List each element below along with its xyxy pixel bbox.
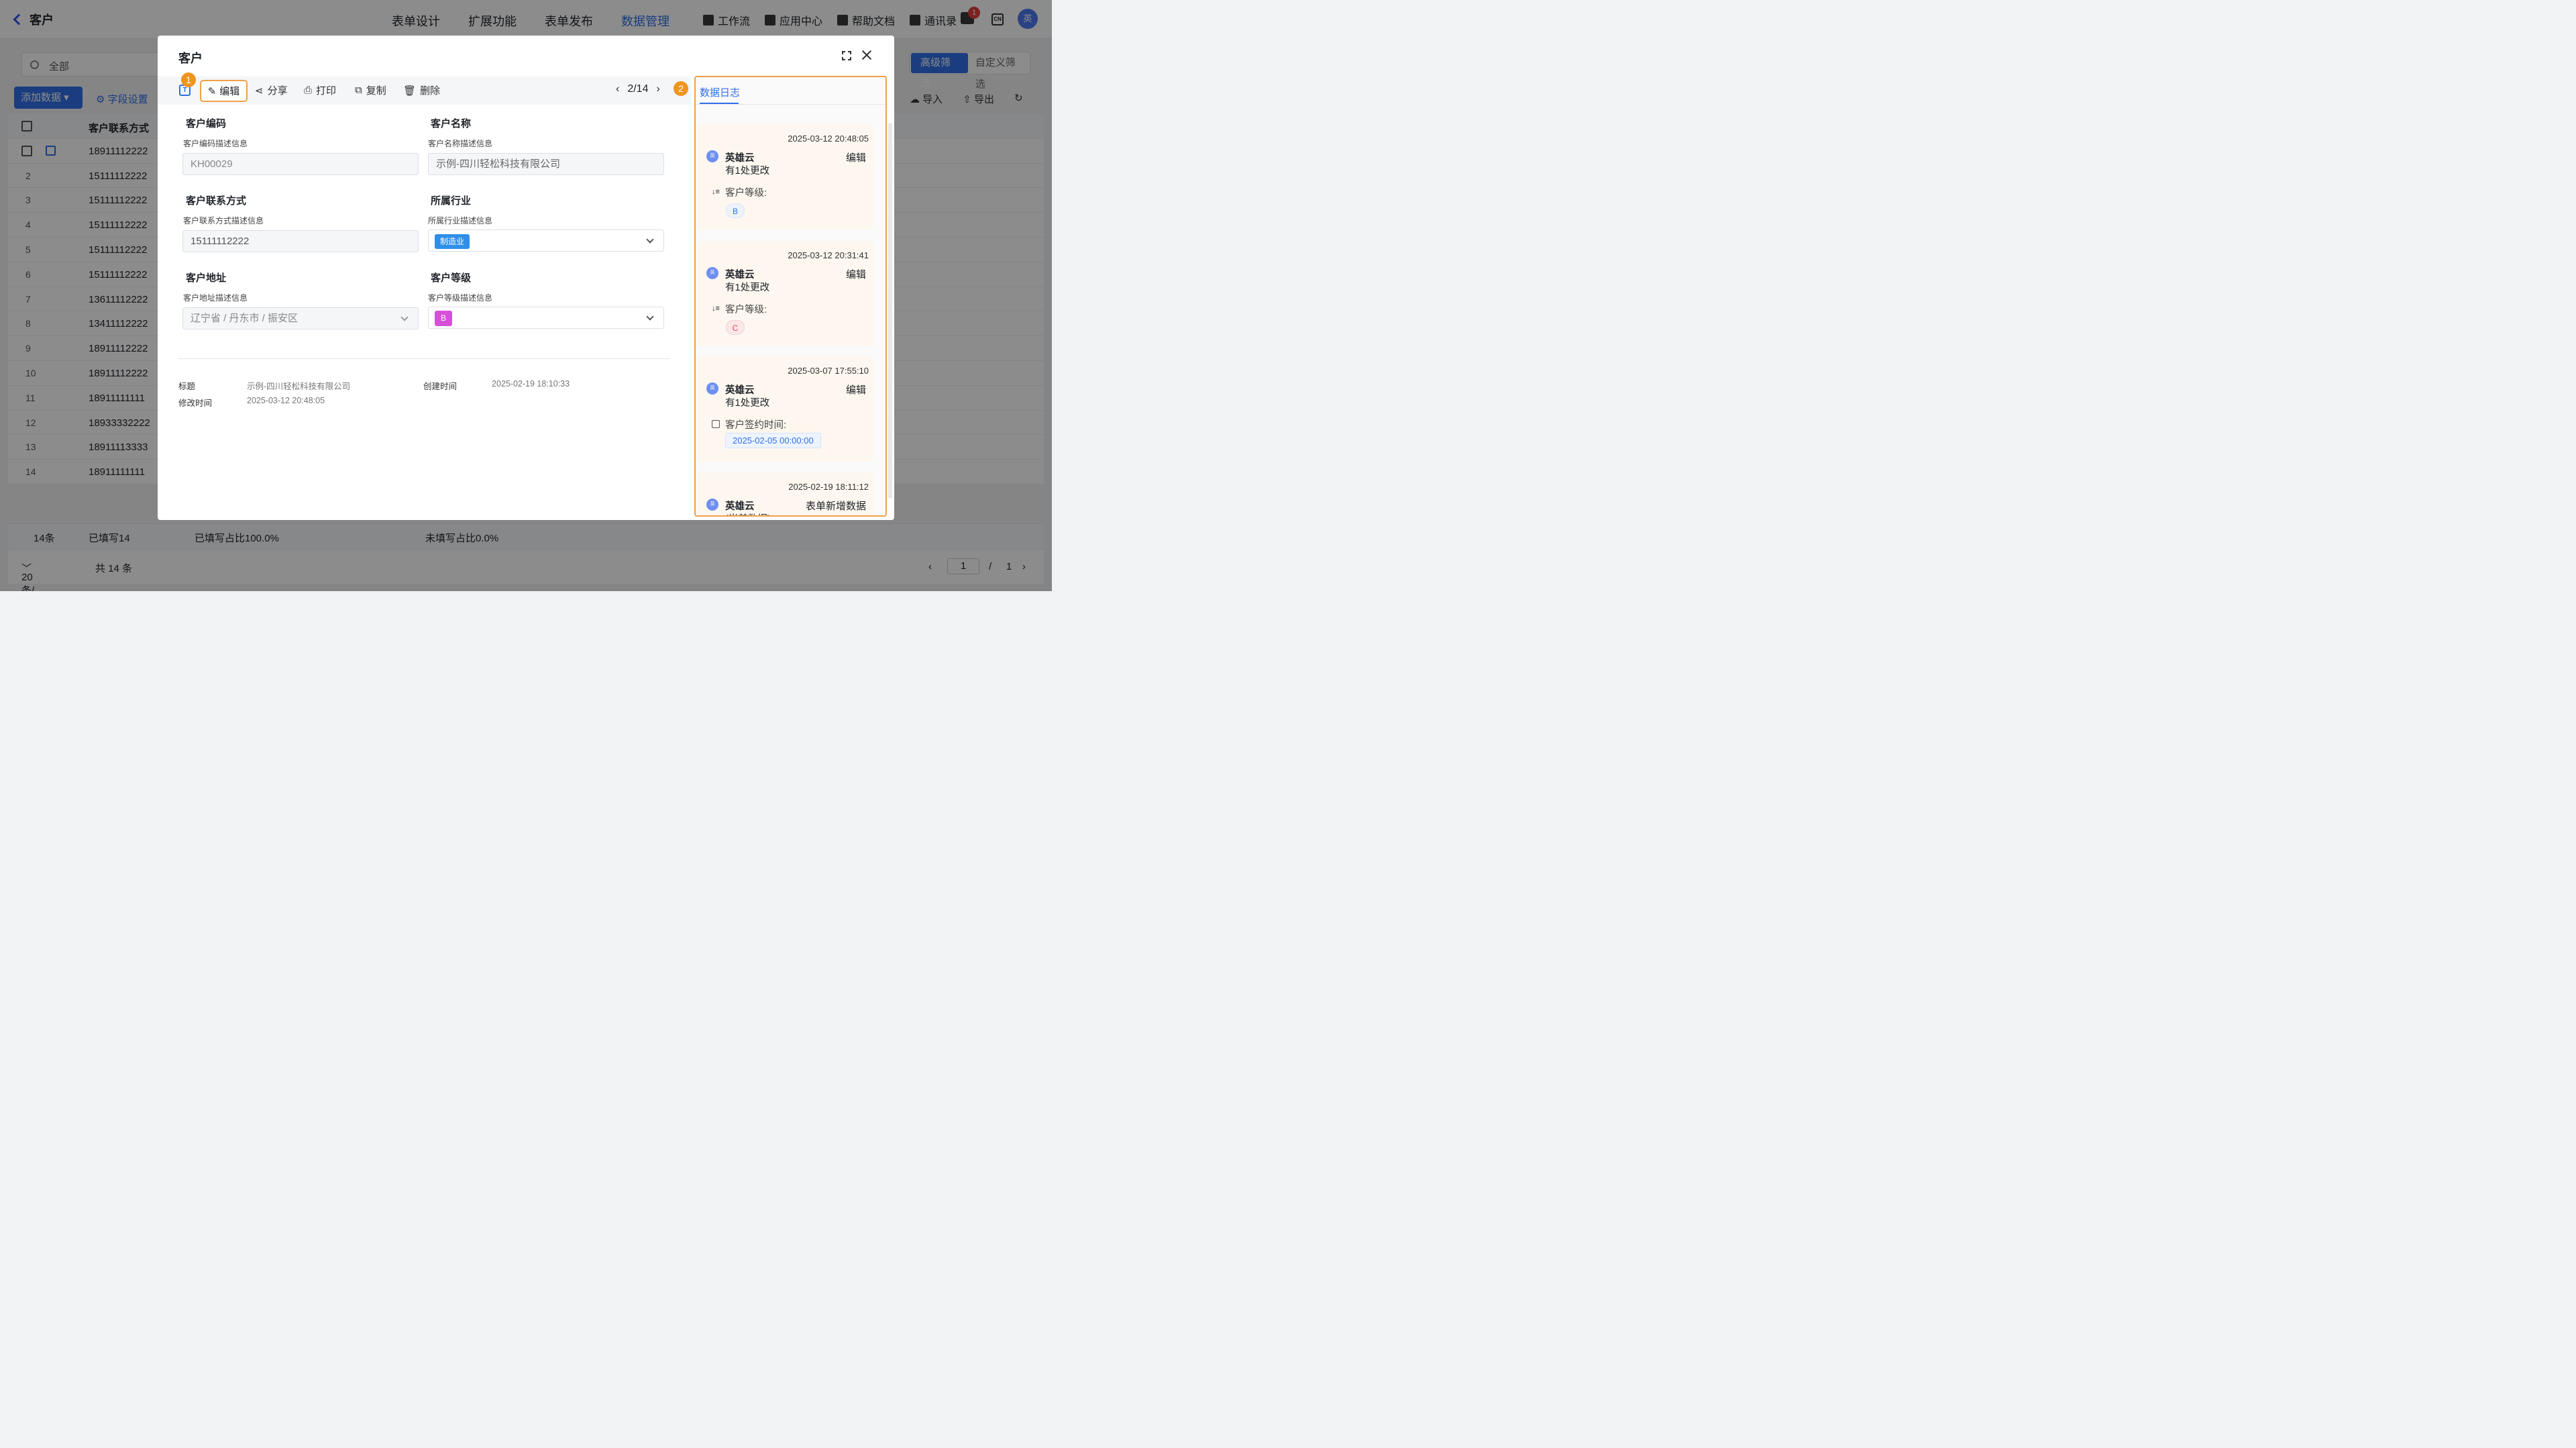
log-summary: 有1处更改 bbox=[725, 398, 770, 409]
log-user: 英雄云 bbox=[725, 153, 755, 164]
tab-data-log[interactable]: 数据日志 bbox=[700, 85, 740, 99]
calendar-icon bbox=[712, 420, 720, 428]
delete-label: 删除 bbox=[420, 85, 441, 97]
tab-separator bbox=[696, 104, 885, 105]
record-modal: 客户 T 1 ✎ 编辑 ⋖ 分享 ⎙ 打印 ⧉ 复制 🗑 删除 ‹ 2/14 › 2 客户… bbox=[158, 36, 894, 520]
print-button[interactable]: ⎙ 打印 bbox=[304, 83, 336, 97]
log-time: 2025-02-19 18:11:12 bbox=[788, 482, 869, 492]
log-user: 英雄云 bbox=[725, 501, 755, 512]
meta-created-label: 创建时间 bbox=[423, 382, 458, 391]
prev-record-icon[interactable]: ‹ bbox=[616, 83, 619, 95]
field-label-address: 客户地址 bbox=[186, 272, 227, 284]
sort-icon: ↓≡ bbox=[712, 188, 720, 196]
edit-label: 编辑 bbox=[219, 86, 240, 97]
modal-title: 客户 bbox=[178, 52, 203, 65]
log-value-chip: C bbox=[726, 320, 745, 335]
customer-contact-field[interactable]: 15111112222 bbox=[182, 230, 419, 252]
log-action: 编辑 bbox=[845, 152, 866, 164]
meta-title-value: 示例-四川轻松科技有限公司 bbox=[247, 382, 351, 391]
field-label-contact: 客户联系方式 bbox=[186, 195, 247, 207]
log-entry: 2025-03-12 20:48:05 英 英雄云 编辑 有1处更改 ↓≡ 客户… bbox=[698, 124, 873, 229]
data-log-panel: 数据日志 2025-03-12 20:48:05 英 英雄云 编辑 有1处更改 … bbox=[694, 76, 887, 517]
log-time: 2025-03-07 17:55:10 bbox=[788, 366, 869, 376]
customer-code-field[interactable]: KH00029 bbox=[182, 153, 419, 175]
record-toolbar: T 1 ✎ 编辑 ⋖ 分享 ⎙ 打印 ⧉ 复制 🗑 删除 ‹ 2/14 › bbox=[158, 72, 691, 105]
copy-icon: ⧉ bbox=[355, 85, 362, 96]
log-value-chip: B bbox=[726, 203, 745, 218]
log-summary: 有1处更改 bbox=[725, 166, 770, 176]
edit-button[interactable]: ✎ 编辑 bbox=[200, 80, 248, 102]
chevron-down-icon bbox=[400, 313, 409, 321]
log-entry: 2025-03-12 20:31:41 英 英雄云 编辑 有1处更改 ↓≡ 客户… bbox=[698, 241, 873, 346]
copy-button[interactable]: ⧉ 复制 bbox=[355, 83, 386, 97]
level-tag: B bbox=[435, 311, 452, 326]
next-record-icon[interactable]: › bbox=[656, 83, 659, 95]
share-label: 分享 bbox=[267, 85, 288, 97]
log-field: 客户签约时间: bbox=[725, 420, 787, 431]
field-label-code: 客户编码 bbox=[186, 118, 227, 130]
log-avatar: 英 bbox=[706, 382, 718, 395]
close-icon[interactable] bbox=[861, 49, 873, 61]
pencil-icon: ✎ bbox=[207, 85, 217, 97]
field-desc-industry: 所属行业描述信息 bbox=[428, 216, 493, 225]
share-icon: ⋖ bbox=[255, 85, 264, 97]
meta-modified-label: 修改时间 bbox=[178, 399, 213, 408]
chevron-down-icon bbox=[646, 236, 654, 244]
print-label: 打印 bbox=[316, 85, 337, 97]
level-select[interactable]: B bbox=[428, 307, 664, 329]
record-position: 2/14 bbox=[627, 83, 649, 95]
field-desc-name: 客户名称描述信息 bbox=[428, 139, 493, 148]
field-desc-level: 客户等级描述信息 bbox=[428, 293, 493, 303]
step-badge-1: 1 bbox=[181, 72, 196, 87]
log-time: 2025-03-12 20:48:05 bbox=[788, 134, 869, 144]
log-scrollbar[interactable] bbox=[888, 123, 892, 499]
delete-button[interactable]: 🗑 删除 bbox=[403, 83, 440, 97]
share-button[interactable]: ⋖ 分享 bbox=[255, 83, 288, 97]
log-field: 客户等级: bbox=[725, 305, 767, 315]
log-time: 2025-03-12 20:31:41 bbox=[788, 250, 869, 260]
copy-label: 复制 bbox=[366, 85, 386, 97]
log-summary: 有1处更改 bbox=[725, 282, 770, 293]
field-desc-code: 客户编码描述信息 bbox=[183, 139, 248, 148]
address-cascader[interactable]: 辽宁省 / 丹东市 / 振安区 bbox=[182, 307, 419, 329]
meta-modified-value: 2025-03-12 20:48:05 bbox=[247, 396, 325, 405]
log-entry: 2025-02-19 18:11:12 英 英雄云 表单新增数据 (当前数据) bbox=[698, 472, 873, 515]
log-value-date: 2025-02-05 00:00:00 bbox=[725, 433, 821, 448]
log-user: 英雄云 bbox=[725, 270, 755, 280]
field-desc-contact: 客户联系方式描述信息 bbox=[183, 216, 264, 225]
log-field: 客户等级: bbox=[725, 188, 767, 199]
divider bbox=[178, 358, 669, 359]
record-pager: ‹ 2/14 › bbox=[616, 83, 660, 95]
field-label-level: 客户等级 bbox=[431, 272, 472, 284]
log-avatar: 英 bbox=[706, 267, 718, 279]
industry-tag: 制造业 bbox=[435, 234, 470, 249]
meta-title-label: 标题 bbox=[178, 382, 196, 391]
field-label-industry: 所属行业 bbox=[431, 195, 472, 207]
log-action: 编辑 bbox=[845, 269, 866, 280]
log-action: 编辑 bbox=[845, 384, 866, 396]
log-avatar: 英 bbox=[706, 150, 718, 162]
log-action: 表单新增数据 bbox=[805, 501, 866, 512]
step-badge-2: 2 bbox=[674, 81, 688, 96]
log-summary: (当前数据) bbox=[725, 511, 771, 515]
printer-icon: ⎙ bbox=[304, 85, 313, 96]
sort-icon: ↓≡ bbox=[712, 305, 720, 313]
log-user: 英雄云 bbox=[725, 385, 755, 396]
fullscreen-icon[interactable] bbox=[842, 51, 851, 60]
trash-icon: 🗑 bbox=[403, 85, 417, 97]
customer-name-field[interactable]: 示例-四川轻松科技有限公司 bbox=[428, 153, 664, 175]
field-label-name: 客户名称 bbox=[431, 118, 472, 130]
field-desc-address: 客户地址描述信息 bbox=[183, 293, 248, 303]
chevron-down-icon bbox=[646, 313, 654, 321]
industry-select[interactable]: 制造业 bbox=[428, 229, 664, 252]
log-entry: 2025-03-07 17:55:10 英 英雄云 编辑 有1处更改 客户签约时… bbox=[698, 356, 873, 462]
address-value: 辽宁省 / 丹东市 / 振安区 bbox=[191, 313, 299, 324]
log-avatar: 英 bbox=[706, 499, 718, 511]
meta-created-value: 2025-02-19 18:10:33 bbox=[492, 379, 570, 389]
